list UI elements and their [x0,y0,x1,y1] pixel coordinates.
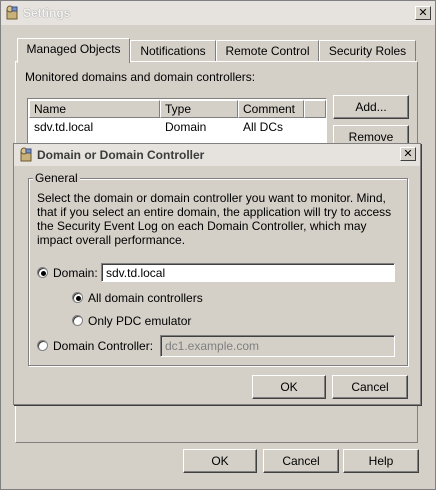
domain-radio[interactable] [37,267,48,278]
column-header-type[interactable]: Type [160,100,238,118]
domain-input[interactable]: sdv.td.local [101,263,395,282]
domain-controller-radio[interactable] [37,340,48,351]
monitored-label: Monitored domains and domain controllers… [25,70,256,84]
tab-remote-control[interactable]: Remote Control [216,40,319,62]
dialog-cancel-button[interactable]: Cancel [332,375,408,399]
row-name: sdv.td.local [34,120,94,134]
row-type: Domain [165,120,207,134]
add-button[interactable]: Add... [333,95,409,119]
all-dc-label[interactable]: All domain controllers [88,291,203,305]
dialog-description: Select the domain or domain controller y… [37,191,392,247]
settings-ok-button[interactable]: OK [183,449,257,473]
dialog-ok-button[interactable]: OK [252,375,326,399]
dialog-title: Domain or Domain Controller [37,148,205,162]
dialog-title-bar[interactable]: Domain or Domain Controller ✕ [14,144,420,166]
domain-controller-label[interactable]: Domain Controller: [53,339,153,353]
column-header-spacer [304,100,326,118]
general-group-label: General [33,171,80,185]
row-comment: All DCs [243,120,284,134]
settings-title-bar[interactable]: Settings ✕ [1,1,435,25]
dialog-close-button[interactable]: ✕ [400,147,416,161]
pdc-label[interactable]: Only PDC emulator [88,314,191,328]
domain-controller-input[interactable]: dc1.example.com [160,335,395,357]
tab-managed-objects[interactable]: Managed Objects [17,38,130,63]
pdc-radio[interactable] [72,315,83,326]
domain-radio-label[interactable]: Domain: [53,266,98,280]
settings-title: Settings [23,6,71,20]
column-header-name[interactable]: Name [29,100,160,118]
domain-dialog: Domain or Domain Controller ✕ General Se… [13,143,421,405]
settings-close-button[interactable]: ✕ [415,6,431,20]
settings-help-button[interactable]: Help [343,449,419,473]
column-header-comment[interactable]: Comment [238,100,304,118]
dialog-icon [20,147,32,162]
table-row[interactable]: sdv.td.local Domain All DCs [29,119,325,135]
settings-cancel-button[interactable]: Cancel [263,449,339,473]
settings-icon [6,5,18,20]
tab-security-roles[interactable]: Security Roles [319,40,416,62]
all-dc-radio[interactable] [72,292,83,303]
tab-notifications[interactable]: Notifications [130,40,216,62]
